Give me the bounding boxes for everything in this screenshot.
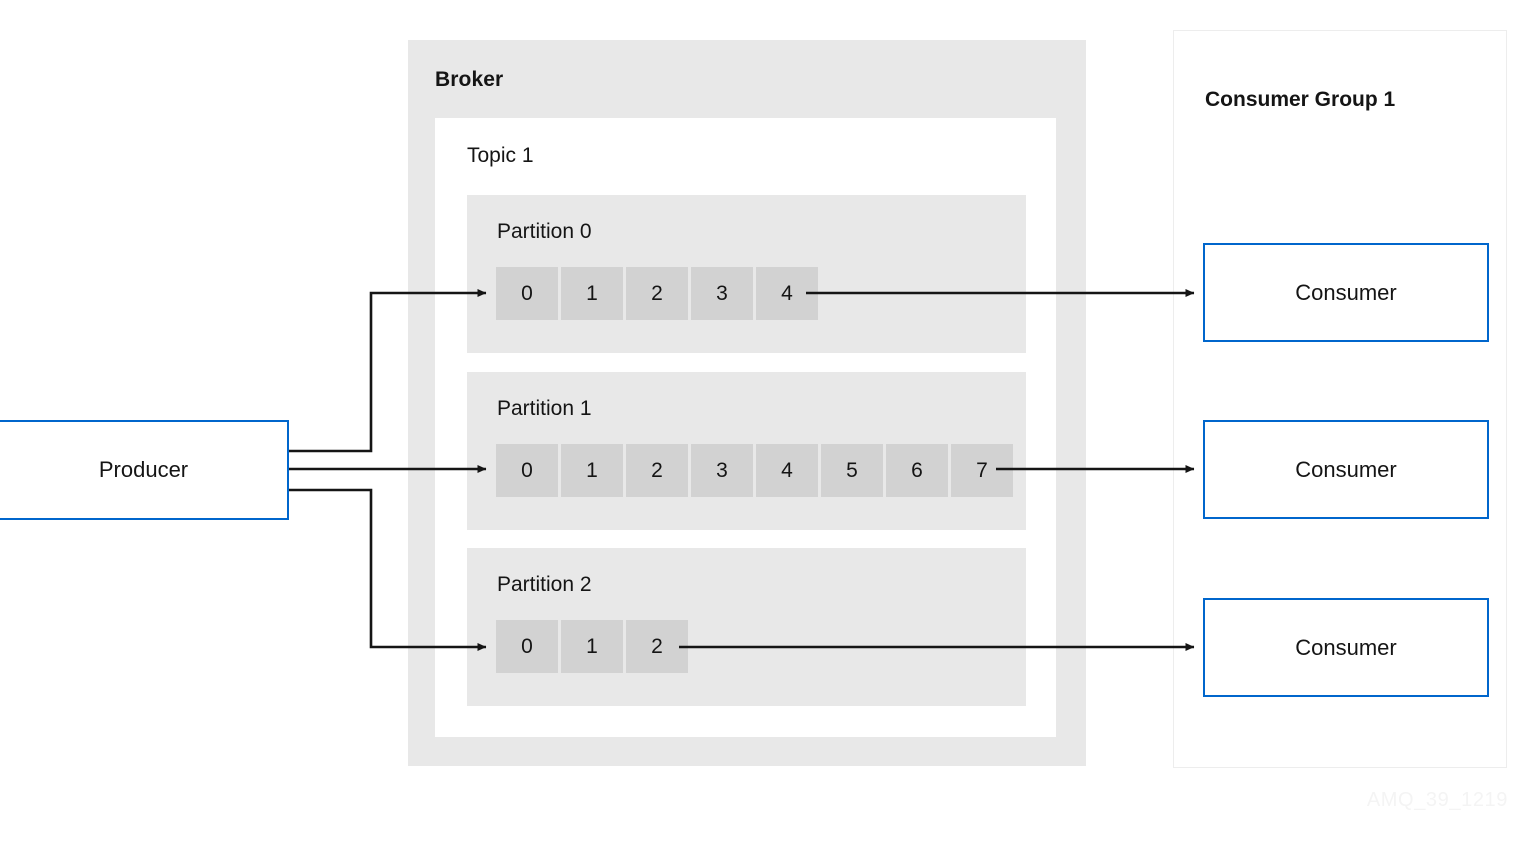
- offset-cell: 0: [496, 267, 558, 320]
- offset-cell: 3: [691, 444, 753, 497]
- partition-2-title: Partition 2: [497, 573, 592, 596]
- producer-label: Producer: [98, 457, 189, 482]
- partition-0-container: Partition 0 0 1 2 3 4: [467, 195, 1026, 353]
- offset-cell: 4: [756, 267, 818, 320]
- offset-cell: 5: [821, 444, 883, 497]
- watermark-label: AMQ_39_1219: [1366, 789, 1508, 811]
- offset-cell: 4: [756, 444, 818, 497]
- offset-cell: 2: [626, 444, 688, 497]
- partition-2-container: Partition 2 0 1 2: [467, 548, 1026, 706]
- offset-cell: 2: [626, 267, 688, 320]
- offset-cell: 0: [496, 444, 558, 497]
- consumer-label: Consumer: [1295, 279, 1397, 305]
- offset-cell: 1: [561, 620, 623, 673]
- consumer-label: Consumer: [1295, 456, 1397, 482]
- partition-1-offset-cells: 0 1 2 3 4 5 6 7: [496, 444, 1013, 497]
- consumer-group-title: Consumer Group 1: [1205, 88, 1396, 111]
- consumer-label: Consumer: [1295, 634, 1397, 660]
- offset-cell: 7: [951, 444, 1013, 497]
- consumer-box-1: Consumer: [1203, 243, 1489, 342]
- partition-2-offset-cells: 0 1 2: [496, 620, 688, 673]
- partition-1-title: Partition 1: [497, 397, 592, 420]
- partition-0-offset-cells: 0 1 2 3 4: [496, 267, 818, 320]
- offset-cell: 3: [691, 267, 753, 320]
- producer-box: Producer: [0, 420, 289, 520]
- partition-0-title: Partition 0: [497, 220, 592, 243]
- offset-cell: 1: [561, 444, 623, 497]
- offset-cell: 1: [561, 267, 623, 320]
- consumer-box-3: Consumer: [1203, 598, 1489, 697]
- broker-title: Broker: [435, 68, 504, 91]
- offset-cell: 6: [886, 444, 948, 497]
- topic-title: Topic 1: [467, 144, 534, 167]
- partition-1-container: Partition 1 0 1 2 3 4 5 6 7: [467, 372, 1026, 530]
- offset-cell: 2: [626, 620, 688, 673]
- consumer-box-2: Consumer: [1203, 420, 1489, 519]
- diagram-canvas: Broker Topic 1 Partition 0 0 1 2 3 4 Par…: [0, 0, 1520, 849]
- offset-cell: 0: [496, 620, 558, 673]
